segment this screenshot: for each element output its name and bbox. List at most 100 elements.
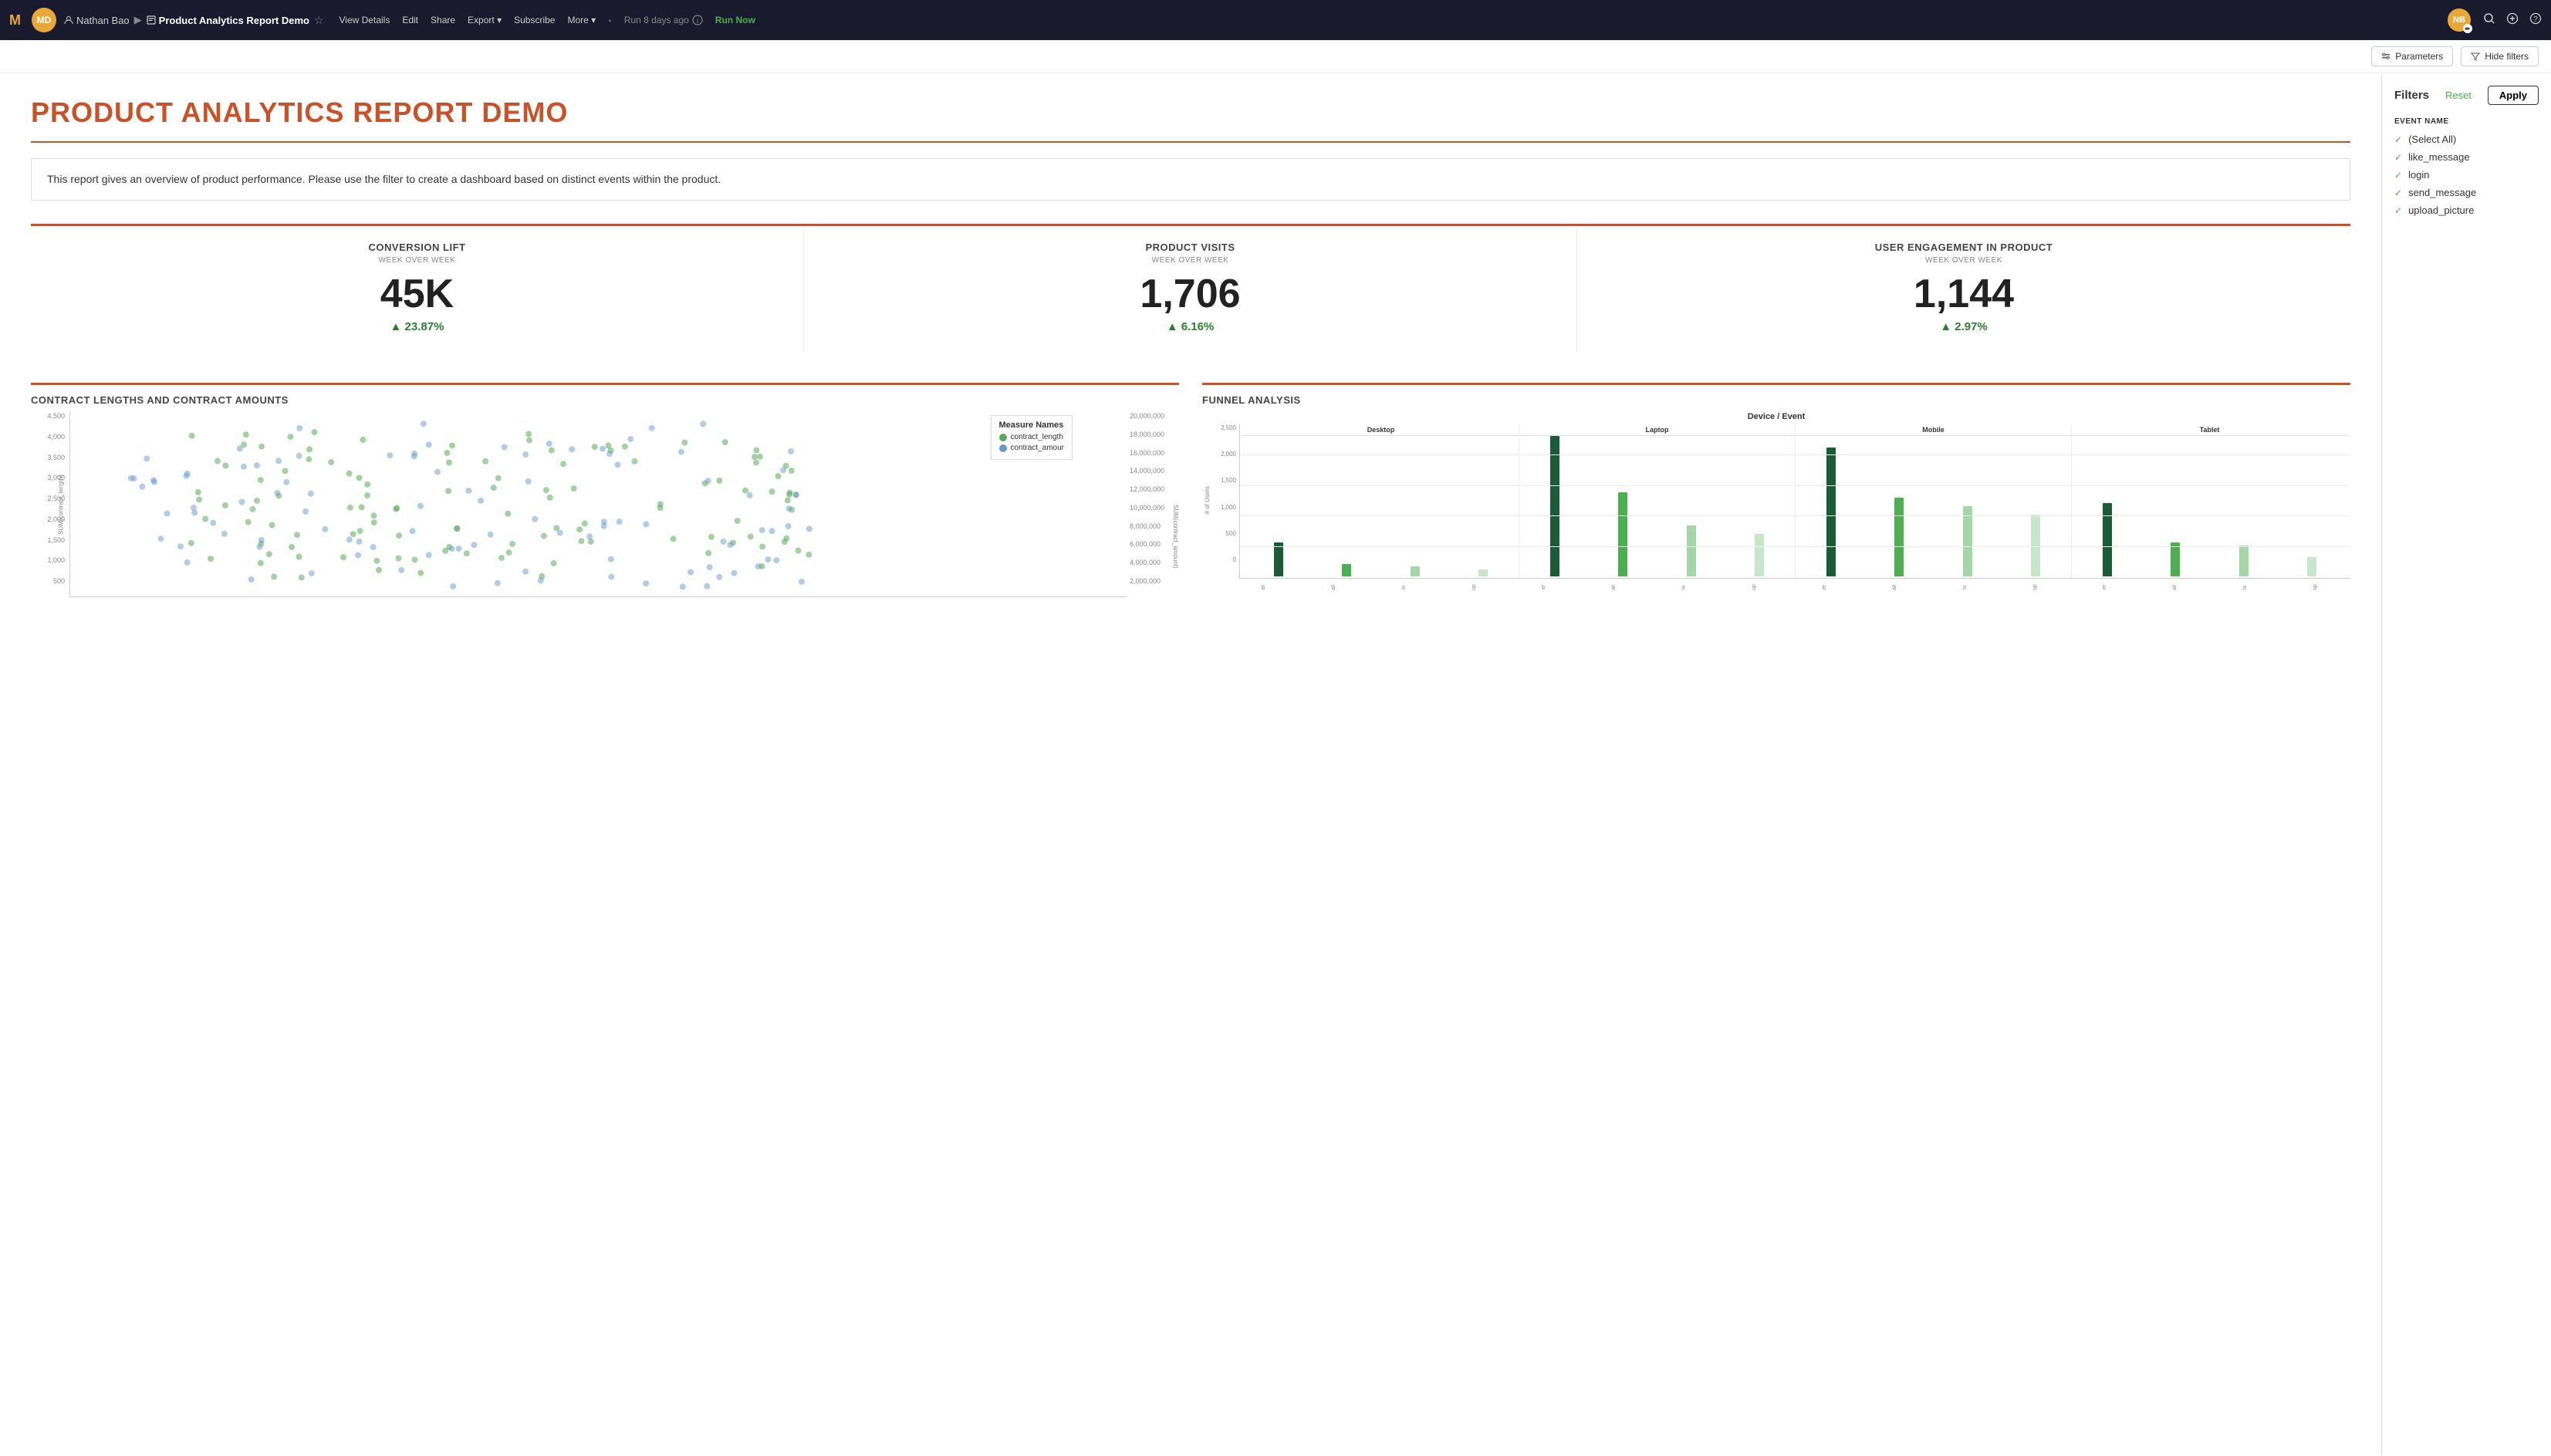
filters-sidebar: Filters Reset Apply EVENT NAME ✓ (Select… (2381, 73, 2551, 1455)
scatter-legend: Measure Names contract_length contract_a… (991, 415, 1073, 460)
export-link[interactable]: Export ▾ (468, 15, 502, 25)
funnel-chart-title: FUNNEL ANALYSIS (1202, 385, 2350, 412)
nav-actions: View Details Edit Share Export ▾ Subscri… (340, 15, 755, 26)
kpi-visits-sublabel: WEEK OVER WEEK (823, 256, 1558, 265)
nav-user-avatar[interactable]: NB ✏ (2448, 8, 2471, 32)
filter-label-login: login (2408, 169, 2429, 181)
report-area: PRODUCT ANALYTICS REPORT DEMO This repor… (0, 73, 2381, 1455)
kpi-engagement-label: USER ENGAGEMENT IN PRODUCT (1596, 242, 2332, 253)
filter-item-login[interactable]: ✓ login (2394, 169, 2539, 181)
bar-desktop-lo (1411, 566, 1420, 576)
filter-icon (2471, 52, 2480, 61)
filters-reset-link[interactable]: Reset (2445, 90, 2472, 101)
kpi-conversion-lift: CONVERSION LIFT WEEK OVER WEEK 45K ▲ 23.… (31, 226, 804, 352)
report-breadcrumb[interactable]: Product Analytics Report Demo (147, 15, 309, 26)
search-icon[interactable] (2483, 12, 2495, 29)
nav-icons: ? (2483, 12, 2542, 29)
hide-filters-button[interactable]: Hide filters (2461, 46, 2539, 66)
nav-right: NB ✏ ? (2448, 8, 2542, 32)
view-details-link[interactable]: View Details (340, 15, 390, 25)
bar-x-labels: er all lo up er all lo up er all lo (1228, 579, 2350, 596)
bar-tablet-up (2307, 557, 2316, 576)
filter-item-upload-picture[interactable]: ✓ upload_picture (2394, 204, 2539, 216)
parameters-icon (2381, 52, 2391, 61)
bar-y-label: # of Users (1204, 486, 1211, 514)
kpi-user-engagement: USER ENGAGEMENT IN PRODUCT WEEK OVER WEE… (1577, 226, 2350, 352)
device-group-tablet: Tablet (2072, 424, 2347, 578)
bars-row-mobile (1796, 436, 2071, 578)
bars-row-laptop (1519, 436, 1795, 578)
edit-link[interactable]: Edit (402, 15, 418, 25)
user-icon (64, 15, 73, 25)
scatter-y-axis: 4,500 4,000 3,500 3,000 2,500 2,000 1,50… (39, 412, 69, 597)
report-icon (147, 15, 156, 25)
kpi-conversion-sublabel: WEEK OVER WEEK (49, 256, 785, 265)
report-divider (31, 141, 2350, 143)
funnel-chart-section: FUNNEL ANALYSIS Device / Event # of User… (1202, 383, 2350, 613)
bar-desktop-up (1478, 569, 1488, 576)
run-now-button[interactable]: Run Now (715, 15, 755, 25)
user-avatar[interactable]: MD (32, 8, 56, 32)
info-icon: i (692, 15, 703, 25)
scatter-y-label: SUM(contract_length) (57, 475, 64, 535)
filter-item-select-all[interactable]: ✓ (Select All) (2394, 133, 2539, 145)
legend-item-contract-amount: contract_amour (999, 444, 1064, 452)
breadcrumb-arrow: ▶ (134, 14, 142, 26)
bar-mobile-er (1826, 448, 1836, 576)
legend-dot-green (999, 434, 1007, 441)
filter-check-like-message: ✓ (2394, 152, 2402, 163)
bar-desktop-all (1342, 564, 1351, 576)
subscribe-link[interactable]: Subscribe (514, 15, 555, 25)
filter-item-like-message[interactable]: ✓ like_message (2394, 151, 2539, 163)
device-label-tablet: Tablet (2072, 424, 2347, 436)
scatter-right-y-label: SUM(contract_amount) (1172, 505, 1179, 569)
filter-label-select-all: (Select All) (2408, 133, 2456, 145)
bar-mobile-lo (1963, 506, 1972, 576)
grid-line-1000 (1240, 515, 2350, 516)
favorite-star[interactable]: ☆ (314, 14, 324, 27)
grid-line-1500 (1240, 485, 2350, 486)
user-name[interactable]: Nathan Bao (64, 15, 130, 26)
add-icon[interactable] (2506, 12, 2519, 29)
filter-check-send-message: ✓ (2394, 187, 2402, 198)
bar-x-group-desktop: er all lo up (1228, 579, 1509, 596)
filters-apply-button[interactable]: Apply (2488, 86, 2539, 105)
legend-label-green: contract_length (1011, 433, 1063, 441)
charts-row: CONTRACT LENGTHS AND CONTRACT AMOUNTS SU… (31, 383, 2350, 613)
scatter-chart-title: CONTRACT LENGTHS AND CONTRACT AMOUNTS (31, 385, 1179, 412)
share-link[interactable]: Share (431, 15, 455, 25)
bar-desktop-er (1274, 542, 1283, 576)
filters-title: Filters (2394, 89, 2429, 102)
legend-title: Measure Names (999, 421, 1064, 430)
bar-x-label-all: all (1331, 579, 1336, 596)
bar-tablet-lo (2239, 546, 2249, 576)
filter-label-upload-picture: upload_picture (2408, 204, 2474, 216)
filter-label-send-message: send_message (2408, 187, 2476, 198)
more-link[interactable]: More ▾ (567, 15, 596, 25)
kpi-visits-change: ▲ 6.16% (823, 320, 1558, 333)
bar-laptop-lo (1687, 525, 1696, 576)
legend-dot-blue (999, 444, 1007, 452)
bar-laptop-up (1755, 534, 1764, 576)
filter-label-like-message: like_message (2408, 151, 2470, 163)
report-description: This report gives an overview of product… (31, 158, 2350, 201)
device-group-desktop: Desktop (1243, 424, 1519, 578)
kpi-conversion-label: CONVERSION LIFT (49, 242, 785, 253)
grid-line-2000 (1240, 454, 2350, 455)
help-icon[interactable]: ? (2529, 12, 2542, 29)
separator: • (608, 15, 612, 26)
bar-tablet-er (2103, 503, 2112, 576)
legend-label-blue: contract_amour (1011, 444, 1064, 452)
device-label-mobile: Mobile (1796, 424, 2071, 436)
funnel-subtitle: Device / Event (1202, 412, 2350, 421)
bar-x-label-lo: lo (1401, 579, 1407, 596)
parameters-button[interactable]: Parameters (2371, 46, 2453, 66)
kpi-product-visits: PRODUCT VISITS WEEK OVER WEEK 1,706 ▲ 6.… (804, 226, 1577, 352)
bar-y-axis: 2,500 2,000 1,500 1,000 500 0 (1213, 424, 1239, 579)
filter-item-send-message[interactable]: ✓ send_message (2394, 187, 2539, 198)
kpi-visits-label: PRODUCT VISITS (823, 242, 1558, 253)
run-info: Run 8 days ago i (624, 15, 703, 25)
kpi-engagement-sublabel: WEEK OVER WEEK (1596, 256, 2332, 265)
kpi-conversion-change: ▲ 23.87% (49, 320, 785, 333)
svg-text:?: ? (2533, 15, 2538, 24)
